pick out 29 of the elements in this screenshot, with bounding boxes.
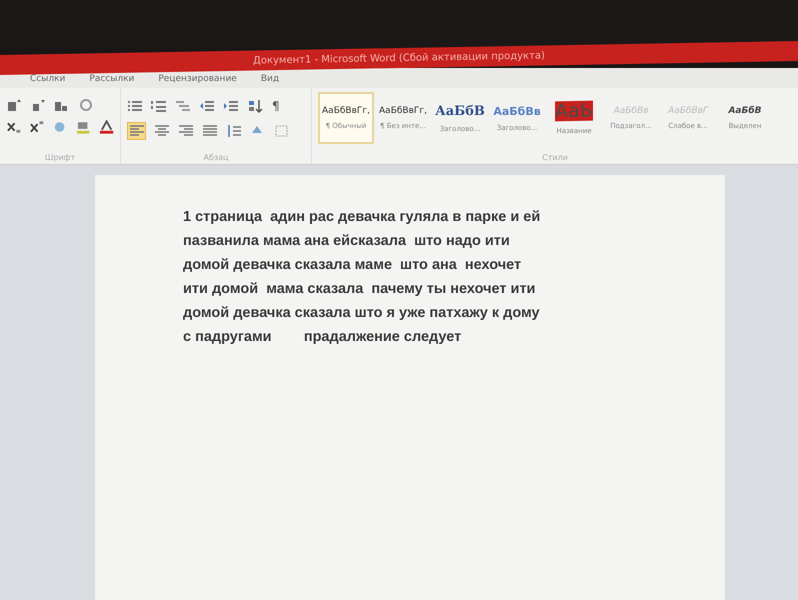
- group-label: Стили: [541, 153, 569, 164]
- font-color-icon[interactable]: [98, 120, 114, 134]
- document-text-line: домой девачка сказала што я уже патхажу к дому: [183, 304, 540, 323]
- document-text-line: с падругами прадалжение следует: [183, 328, 462, 347]
- ribbon-tab[interactable]: Ссылки: [30, 74, 66, 84]
- increase-indent-icon[interactable]: [223, 99, 239, 113]
- document-text-line: домой девачка сказала маме што ана нехочет: [183, 256, 522, 275]
- align-right-icon[interactable]: [178, 124, 194, 138]
- show-marks-button[interactable]: ¶: [271, 98, 281, 114]
- align-center-icon[interactable]: [154, 124, 170, 138]
- subscript-icon[interactable]: [6, 120, 22, 134]
- bullet-list-icon[interactable]: [127, 99, 143, 113]
- ribbon-tab[interactable]: Рецензирование: [158, 74, 237, 84]
- document-text-line: ити домой мама сказала пачему ты нехочет ити: [183, 280, 536, 299]
- justify-icon[interactable]: [202, 124, 218, 138]
- ribbon-tab[interactable]: Рассылки: [89, 74, 134, 84]
- decrease-indent-icon[interactable]: [199, 99, 215, 113]
- ribbon-tab[interactable]: Вид: [260, 74, 280, 84]
- document-text-line: пазванила мама ана ейсказала што надо ити: [183, 232, 510, 251]
- sort-icon[interactable]: [247, 99, 263, 113]
- numbered-list-icon[interactable]: [151, 99, 167, 113]
- group-label: Абзац: [202, 153, 230, 164]
- group-label: Шрифт: [44, 153, 76, 164]
- line-spacing-icon[interactable]: [226, 124, 242, 138]
- multilevel-list-icon[interactable]: [175, 99, 191, 113]
- document-text-line: 1 страница адин рас девачка гуляла в парке и ей: [183, 208, 540, 227]
- highlight-icon[interactable]: [76, 120, 91, 134]
- borders-icon[interactable]: [274, 124, 290, 138]
- superscript-icon[interactable]: [29, 120, 44, 134]
